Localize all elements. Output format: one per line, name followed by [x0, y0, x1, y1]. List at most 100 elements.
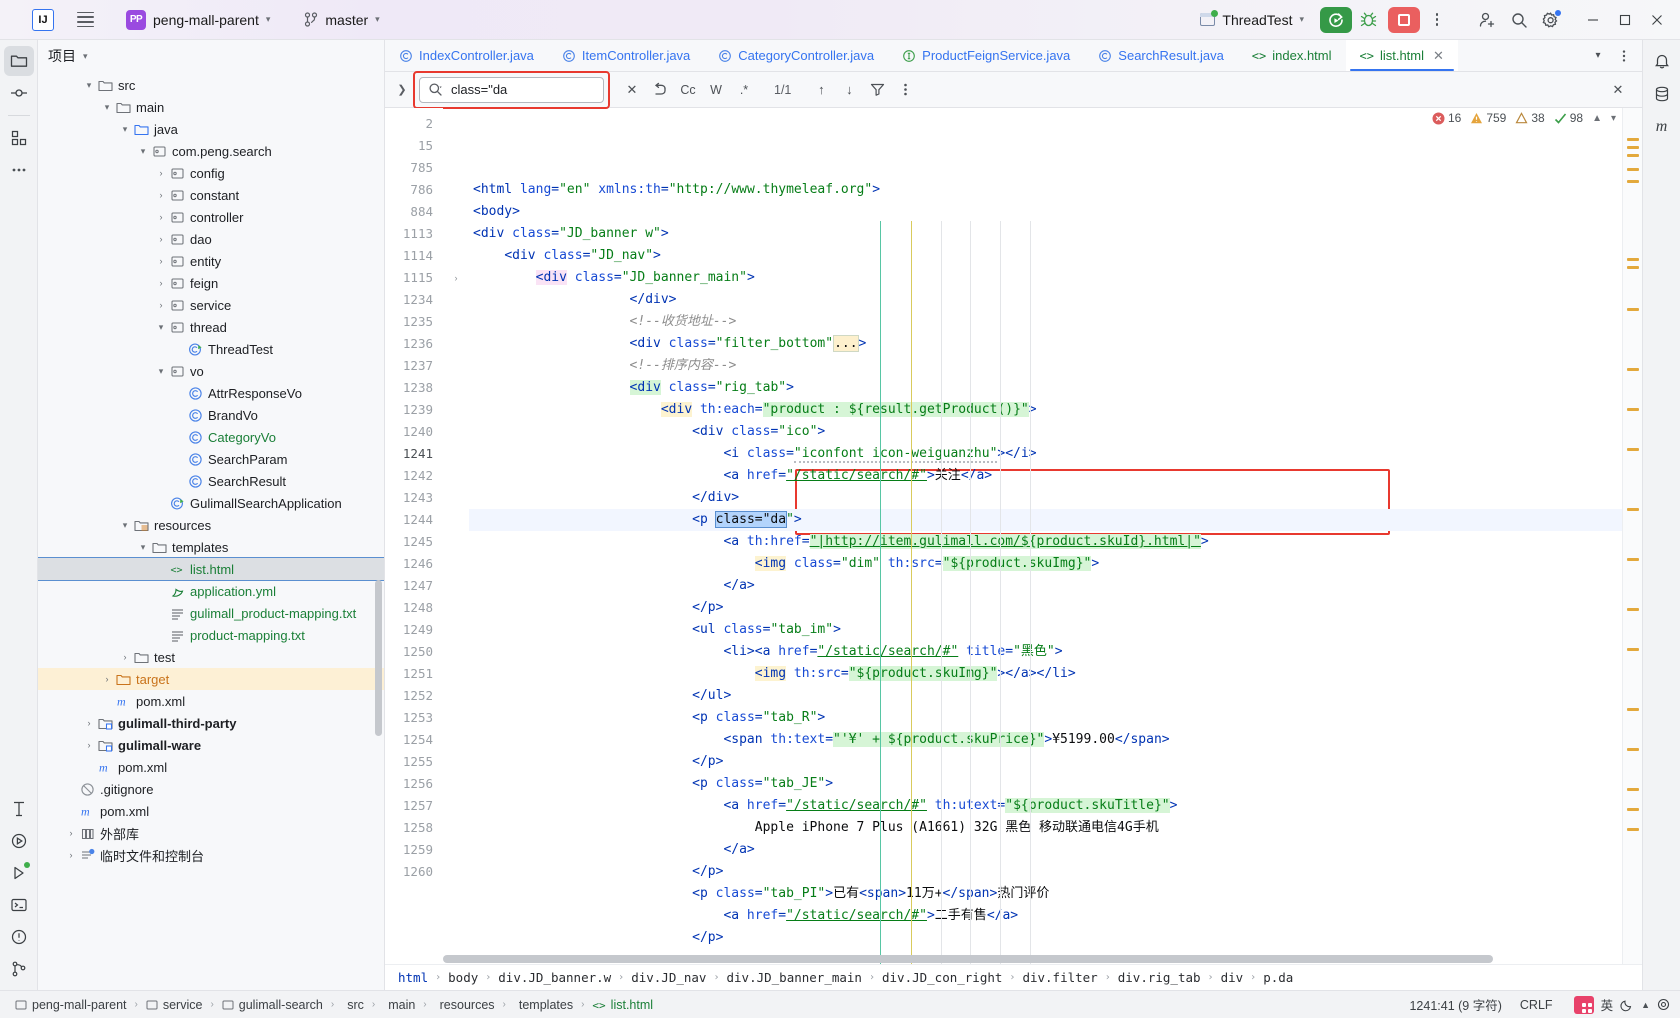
inspection-mark[interactable]: [1627, 138, 1639, 141]
tree-node-临时文件和控制台[interactable]: › 临时文件和控制台: [38, 844, 384, 866]
tree-node-pom-xml[interactable]: m pom.xml: [38, 800, 384, 822]
search-icon[interactable]: [1504, 6, 1534, 34]
inspection-mark[interactable]: [1627, 258, 1639, 261]
tree-node-brandvo[interactable]: BrandVo: [38, 404, 384, 426]
inspection-mark[interactable]: [1627, 146, 1639, 149]
code-line[interactable]: <span th:text="'¥' + ${product.skuPrice}…: [469, 729, 1642, 751]
code-line[interactable]: <div th:each="product : ${result.getProd…: [469, 399, 1642, 421]
inspection-mark[interactable]: [1627, 648, 1639, 651]
code-line[interactable]: <div class="JD_banner w">: [469, 223, 1642, 245]
tab-list-icon[interactable]: ▾: [1586, 44, 1610, 68]
chevron-right-icon[interactable]: ›: [64, 850, 78, 860]
code-line[interactable]: <ul class="tab_im">: [469, 619, 1642, 641]
tree-node-pom-xml[interactable]: m pom.xml: [38, 690, 384, 712]
fold-toggle-icon[interactable]: ›: [443, 267, 469, 289]
chevron-up-icon[interactable]: ▲: [1641, 1000, 1650, 1010]
inspection-mark[interactable]: [1627, 180, 1639, 183]
filter-icon[interactable]: [865, 78, 889, 102]
tree-node-thread[interactable]: ▾ thread: [38, 316, 384, 338]
tree-node-templates[interactable]: ▾ templates: [38, 536, 384, 558]
folded-region[interactable]: ...: [833, 335, 859, 352]
editor-tab-index-html[interactable]: <> index.html: [1238, 40, 1346, 71]
status-path-item[interactable]: src: [337, 997, 369, 1013]
inspection-mark[interactable]: [1627, 408, 1639, 411]
tree-node-searchparam[interactable]: SearchParam: [38, 448, 384, 470]
tree-node-controller[interactable]: › controller: [38, 206, 384, 228]
code-line[interactable]: <html lang="en" xmlns:th="http://www.thy…: [469, 179, 1642, 201]
debug-button[interactable]: [1354, 7, 1382, 33]
breadcrumb-item[interactable]: div.JD_con_right: [877, 970, 1007, 985]
chevron-right-icon[interactable]: ›: [154, 278, 168, 288]
code-line[interactable]: <i class="iconfont icon-weiguanzhu"></i>: [469, 443, 1642, 465]
tree-node-java[interactable]: ▾ java: [38, 118, 384, 140]
tree-node--gitignore[interactable]: .gitignore: [38, 778, 384, 800]
status-path-item[interactable]: <> list.html: [587, 997, 658, 1013]
code-line[interactable]: <div class="ico">: [469, 421, 1642, 443]
branch-selector[interactable]: master ▾: [296, 9, 387, 31]
chevron-right-icon[interactable]: ›: [154, 190, 168, 200]
line-separator[interactable]: CRLF: [1513, 997, 1560, 1013]
clear-search-button[interactable]: ✕: [620, 78, 644, 102]
code-content[interactable]: <html lang="en" xmlns:th="http://www.thy…: [469, 108, 1642, 964]
chevron-right-icon[interactable]: ›: [154, 168, 168, 178]
tree-scrollbar[interactable]: [375, 580, 382, 736]
terminal-tool-icon[interactable]: [4, 890, 34, 920]
tree-node-外部库[interactable]: › 外部库: [38, 822, 384, 844]
code-line[interactable]: <p class="tab_R">: [469, 707, 1642, 729]
services-tool-icon[interactable]: [4, 858, 34, 888]
maven-icon[interactable]: m: [1647, 112, 1677, 142]
run-configuration-selector[interactable]: ThreadTest ▾: [1192, 9, 1312, 31]
chevron-right-icon[interactable]: ›: [154, 234, 168, 244]
tree-node-entity[interactable]: › entity: [38, 250, 384, 272]
inspection-mark[interactable]: [1627, 748, 1639, 751]
tree-node-com-peng-search[interactable]: ▾ com.peng.search: [38, 140, 384, 162]
tree-node-gulimall-product-mapping-txt[interactable]: gulimall_product-mapping.txt: [38, 602, 384, 624]
code-line[interactable]: <p class="da">: [469, 509, 1642, 531]
ime-indicator[interactable]: 英 ▲: [1573, 995, 1670, 1014]
horizontal-scrollbar[interactable]: [443, 955, 1608, 963]
code-line[interactable]: </a>: [469, 839, 1642, 861]
close-tab-icon[interactable]: ✕: [1433, 48, 1444, 64]
chevron-right-icon[interactable]: ›: [154, 300, 168, 310]
breadcrumb-item[interactable]: div.JD_banner_main: [722, 970, 867, 985]
search-history-icon[interactable]: [648, 78, 672, 102]
more-vertical-icon[interactable]: [1426, 7, 1448, 33]
code-line[interactable]: </p>: [469, 861, 1642, 883]
inspection-widget[interactable]: 16 759 38 98 ▲ ▾: [1432, 111, 1616, 125]
code-line[interactable]: <!--排序内容-->: [469, 355, 1642, 377]
find-next-button[interactable]: ↓: [837, 78, 861, 102]
code-line[interactable]: <li><a href="/static/search/#" title="黑色…: [469, 641, 1642, 663]
status-path-item[interactable]: templates: [509, 997, 578, 1013]
more-tools-icon[interactable]: [4, 155, 34, 185]
status-path-item[interactable]: service: [141, 997, 208, 1013]
find-field[interactable]: [419, 76, 604, 103]
code-line[interactable]: </p>: [469, 927, 1642, 949]
code-line[interactable]: <body>: [469, 201, 1642, 223]
tree-node-constant[interactable]: › constant: [38, 184, 384, 206]
chevron-right-icon[interactable]: ›: [64, 828, 78, 838]
caret-position[interactable]: 1241:41 (9 字符): [1402, 994, 1508, 1015]
code-line[interactable]: <p class="tab_PI">已有<span>11万+</span>热门评…: [469, 883, 1642, 905]
tree-node-feign[interactable]: › feign: [38, 272, 384, 294]
chevron-down-icon[interactable]: ▾: [136, 146, 150, 157]
code-line[interactable]: <div class="JD_banner_main">: [469, 267, 1642, 289]
project-tool-icon[interactable]: [3, 46, 34, 76]
code-line[interactable]: </p>: [469, 751, 1642, 773]
code-line[interactable]: Apple iPhone 7 Plus (A1661) 32G 黑色 移动联通电…: [469, 817, 1642, 839]
inspection-mark[interactable]: [1627, 154, 1639, 157]
code-line[interactable]: </ul>: [469, 685, 1642, 707]
editor-tab-list-html[interactable]: <> list.html ✕: [1345, 40, 1458, 71]
status-path-item[interactable]: gulimall-search: [217, 997, 328, 1013]
code-line[interactable]: <a th:href="|http://item.gulimall.com/${…: [469, 531, 1642, 553]
tree-node-target[interactable]: › target: [38, 668, 384, 690]
inspection-mark[interactable]: [1627, 266, 1639, 269]
breadcrumb-item[interactable]: body: [443, 970, 483, 985]
tree-node-list-html[interactable]: <> list.html: [38, 557, 384, 581]
find-prev-button[interactable]: ↑: [809, 78, 833, 102]
inspection-mark[interactable]: [1627, 448, 1639, 451]
editor-tab-productfeignservice-java[interactable]: ProductFeignService.java: [888, 40, 1084, 71]
code-line[interactable]: <img class="dim" th:src="${product.skuIm…: [469, 553, 1642, 575]
tree-node-resources[interactable]: ▾ resources: [38, 514, 384, 536]
chevron-down-icon[interactable]: ▾: [118, 124, 132, 135]
editor-tab-categorycontroller-java[interactable]: CategoryController.java: [704, 40, 888, 71]
